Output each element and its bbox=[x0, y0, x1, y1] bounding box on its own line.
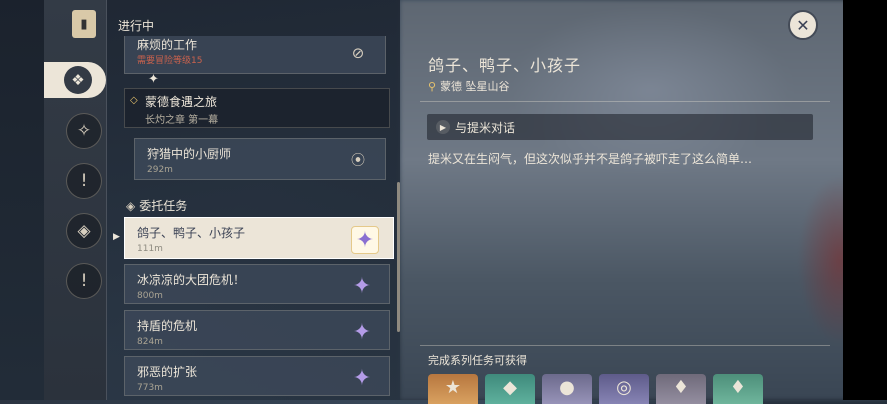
world-quest-icon[interactable]: ◈ bbox=[66, 213, 102, 249]
quest-location: ⚲ 蒙德 坠星山谷 bbox=[428, 78, 510, 94]
quest-name: 麻烦的工作 bbox=[137, 38, 198, 52]
commission-distance: 800m bbox=[137, 291, 163, 301]
quest-description: 提米又在生闷气，但这次似乎并不是鸽子被吓走了这么简单… bbox=[428, 152, 753, 166]
close-button[interactable]: ✕ bbox=[788, 10, 818, 40]
rewards-title: 完成系列任务可获得 bbox=[428, 354, 527, 367]
commission-star-icon: ✦ bbox=[352, 365, 372, 391]
commission-header-label: 委托任务 bbox=[139, 199, 188, 213]
selection-arrow-icon: ▶ bbox=[113, 232, 120, 242]
commission-distance: 773m bbox=[137, 383, 163, 393]
tab-title: 进行中 bbox=[118, 19, 155, 33]
locked-icon: ⊘ bbox=[351, 44, 365, 62]
step-arrow-icon: ▶ bbox=[436, 120, 450, 134]
current-step: ▶ 与提米对话 bbox=[427, 114, 813, 140]
quest-distance: 292m bbox=[147, 165, 173, 175]
commission-name: 冰凉凉的大团危机！ bbox=[137, 273, 246, 287]
commission-name: 持盾的危机 bbox=[137, 319, 198, 333]
rail-tab-all-active[interactable]: ❖ ✦ bbox=[44, 62, 159, 98]
location-text: 蒙德 坠星山谷 bbox=[440, 80, 510, 93]
quest-book-icon[interactable]: ▮ bbox=[72, 10, 96, 38]
quest-detail-title: 鸽子、鸭子、小孩子 bbox=[428, 56, 582, 75]
diamond-cluster-icon: ❖ bbox=[64, 66, 92, 94]
quest-requirement: 需要冒险等级15 bbox=[137, 56, 203, 66]
commission-card[interactable]: 邪恶的扩张 773m ✦ bbox=[124, 356, 390, 396]
commission-distance: 111m bbox=[137, 244, 163, 254]
commission-name: 鸽子、鸭子、小孩子 bbox=[137, 226, 246, 240]
commission-section-header: ◈ 委托任务 bbox=[126, 197, 187, 214]
location-pin-icon: ⚲ bbox=[428, 80, 437, 93]
commission-diamond-icon: ◈ bbox=[126, 199, 136, 213]
chain-name: 蒙德食遇之旅 bbox=[145, 95, 218, 109]
map-pin-icon: ⦿ bbox=[351, 153, 365, 169]
commission-star-icon: ✦ bbox=[352, 273, 372, 299]
commission-card[interactable]: 持盾的危机 824m ✦ bbox=[124, 310, 390, 350]
exclamation-icon[interactable]: ! bbox=[66, 263, 102, 299]
quest-chain-header[interactable]: ◇ 蒙德食遇之旅 长灼之章 第一幕 bbox=[124, 88, 390, 128]
list-scrollbar[interactable] bbox=[397, 182, 400, 332]
daily-commission-icon[interactable]: ! bbox=[66, 163, 102, 199]
commission-distance: 824m bbox=[137, 337, 163, 347]
quest-card-troublesome-work[interactable]: 麻烦的工作 需要冒险等级15 ⊘ bbox=[124, 36, 386, 74]
compass-icon[interactable]: ✧ bbox=[66, 113, 102, 149]
commission-name: 邪恶的扩张 bbox=[137, 365, 198, 379]
reward-divider bbox=[420, 345, 830, 346]
quest-name: 狩猎中的小厨师 bbox=[147, 147, 232, 161]
commission-star-icon: ✦ bbox=[352, 319, 372, 345]
right-letterbox bbox=[843, 0, 887, 400]
chain-chapter: 长灼之章 第一幕 bbox=[145, 115, 219, 126]
commission-card-selected[interactable]: 鸽子、鸭子、小孩子 111m ✦ bbox=[124, 217, 394, 259]
commission-card[interactable]: 冰凉凉的大团危机！ 800m ✦ bbox=[124, 264, 390, 304]
chain-diamond-icon: ◇ bbox=[130, 95, 138, 106]
commission-star-icon: ✦ bbox=[351, 226, 379, 254]
sparkle-icon: ✦ bbox=[148, 72, 159, 87]
category-rail bbox=[44, 0, 107, 400]
quest-card-little-chef[interactable]: 狩猎中的小厨师 292m ⦿ bbox=[134, 138, 386, 180]
detail-divider bbox=[420, 101, 830, 102]
step-text: 与提米对话 bbox=[455, 121, 516, 135]
